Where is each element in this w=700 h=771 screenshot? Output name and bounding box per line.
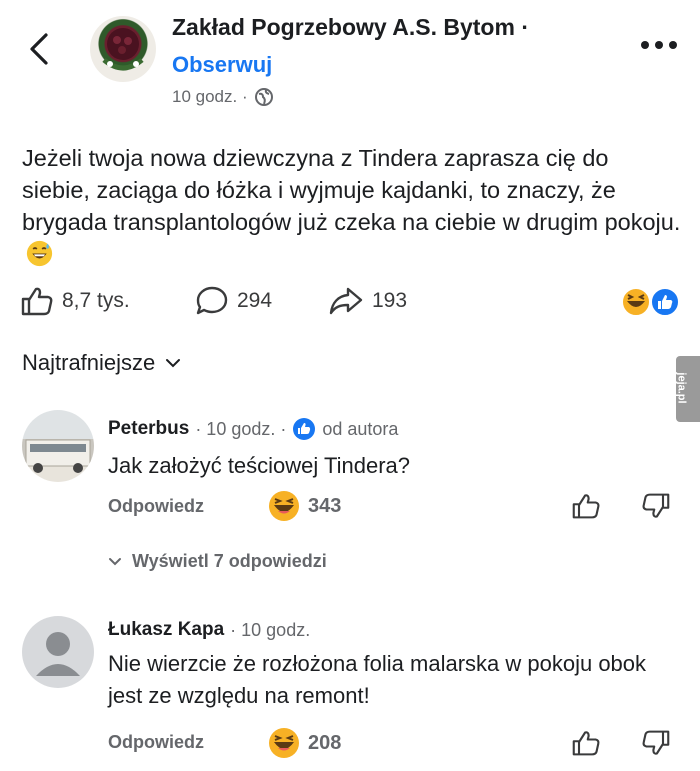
post-meta: 10 godz. · xyxy=(172,87,274,107)
post-text: Jeżeli twoja nowa dziewczyna z Tindera z… xyxy=(22,142,682,270)
comment-dislike-button[interactable] xyxy=(640,490,672,522)
comment-header: Peterbus · 10 godz. · od autora xyxy=(108,417,398,441)
reactions-haha-like-icon xyxy=(621,287,680,317)
page-avatar[interactable] xyxy=(90,16,156,82)
globe-icon xyxy=(254,88,273,106)
reaction-count: 208 xyxy=(308,731,342,754)
share-action[interactable]: 193 xyxy=(328,284,407,318)
post-body: Jeżeli twoja nowa dziewczyna z Tindera z… xyxy=(22,145,681,235)
watermark-text: jeja.pl xyxy=(675,372,688,404)
post-time: 10 godz. · xyxy=(172,87,248,106)
dislike-icon xyxy=(642,730,670,755)
grinning-sweat-emoji-icon xyxy=(26,240,53,267)
like-action[interactable]: 8,7 tys. xyxy=(20,284,130,318)
comment-sort-dropdown[interactable]: Najtrafniejsze xyxy=(22,350,181,376)
avatar[interactable] xyxy=(22,616,94,688)
comment-like-button[interactable] xyxy=(570,727,602,759)
comment-header: Łukasz Kapa · 10 godz. xyxy=(108,619,310,641)
comment-text: Jak założyć teściowej Tindera? xyxy=(108,453,411,478)
author-badge: od autora xyxy=(322,418,399,439)
wreath-icon xyxy=(102,28,144,71)
reaction-summary[interactable] xyxy=(620,286,682,318)
page-name[interactable]: Zakład Pogrzebowy A.S. Bytom · xyxy=(172,14,529,41)
watermark: jeja.pl xyxy=(676,356,700,422)
back-icon xyxy=(30,33,48,65)
bus-photo-icon xyxy=(25,439,91,473)
share-count: 193 xyxy=(372,289,408,312)
reply-button[interactable]: Odpowiedz xyxy=(108,732,204,753)
haha-icon xyxy=(269,491,299,521)
view-replies-button[interactable]: Wyświetl 7 odpowiedzi xyxy=(108,551,327,572)
like-icon xyxy=(21,287,53,316)
like-count: 8,7 tys. xyxy=(62,289,130,312)
comment-count: 294 xyxy=(237,289,273,312)
reaction-count: 343 xyxy=(308,494,342,517)
comment-reactions[interactable]: 208 xyxy=(268,727,341,759)
comment-author[interactable]: Łukasz Kapa xyxy=(108,619,224,641)
comment-time: · 10 godz. · xyxy=(195,418,287,439)
comment-like-button[interactable] xyxy=(570,490,602,522)
follow-button[interactable]: Obserwuj xyxy=(172,52,272,78)
haha-icon xyxy=(269,728,299,758)
chevron-down-icon xyxy=(109,558,121,566)
comment-author[interactable]: Peterbus xyxy=(108,418,189,440)
chevron-down-icon xyxy=(166,359,181,368)
comment-action[interactable]: 294 xyxy=(195,284,272,318)
share-icon xyxy=(329,287,363,315)
more-options-button[interactable] xyxy=(634,30,684,60)
like-badge-icon xyxy=(293,418,316,440)
comment-dislike-button[interactable] xyxy=(640,727,672,759)
avatar[interactable] xyxy=(22,410,94,482)
dislike-icon xyxy=(642,493,670,518)
comment-icon xyxy=(196,286,228,315)
view-replies-label: Wyświetl 7 odpowiedzi xyxy=(132,551,327,571)
comment-time: · 10 godz. xyxy=(230,619,311,640)
sort-label: Najtrafniejsze xyxy=(22,350,156,375)
reply-button[interactable]: Odpowiedz xyxy=(108,496,204,517)
like-icon xyxy=(572,731,600,756)
more-icon xyxy=(641,41,677,49)
like-icon xyxy=(572,494,600,519)
back-button[interactable] xyxy=(22,26,56,72)
default-user-icon xyxy=(36,632,80,676)
comment-text: Nie wierzcie że rozłożona folia malarska… xyxy=(108,651,647,708)
comment-reactions[interactable]: 343 xyxy=(268,490,341,522)
